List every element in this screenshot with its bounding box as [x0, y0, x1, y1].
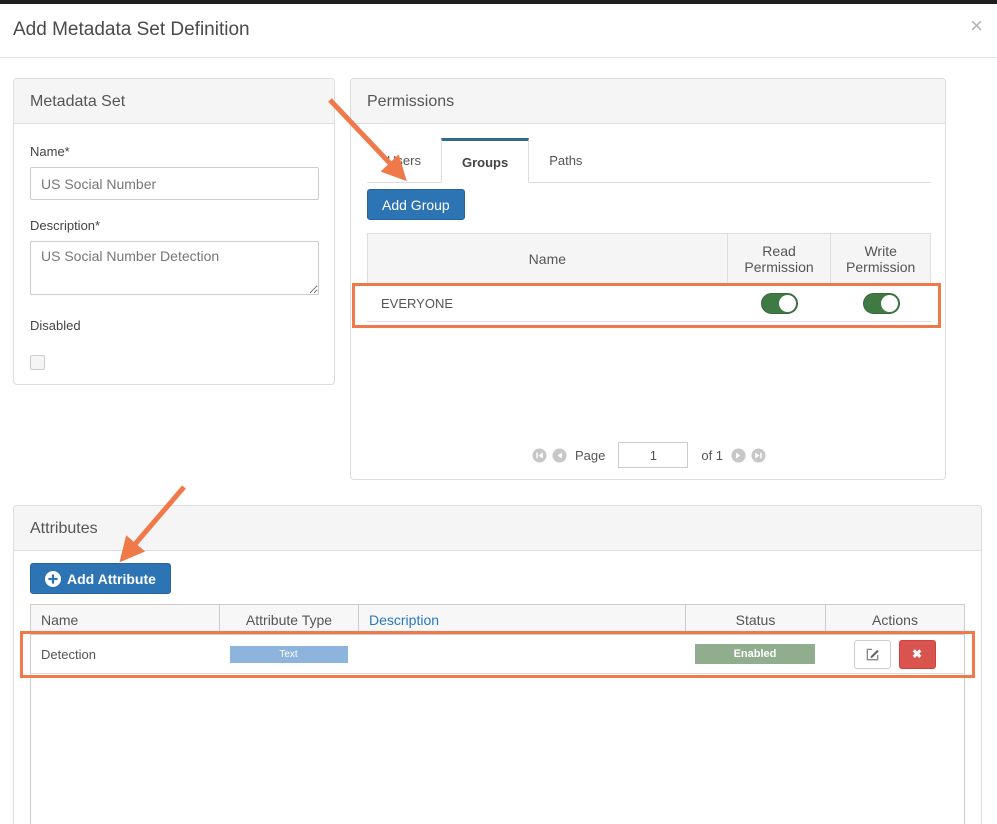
row-actions: ✖ — [854, 640, 936, 669]
column-header-description[interactable]: Description — [358, 605, 685, 634]
metadata-set-panel: Metadata Set Name* Description* US Socia… — [13, 78, 335, 385]
attribute-name: Detection — [31, 647, 219, 662]
column-header-attribute-type: Attribute Type — [219, 605, 358, 634]
attributes-table-header: Name Attribute Type Description Status A… — [30, 604, 965, 635]
add-attribute-button-label: Add Attribute — [67, 571, 156, 587]
page-label: Page — [575, 448, 605, 463]
disabled-label: Disabled — [30, 318, 318, 333]
metadata-set-panel-title: Metadata Set — [14, 79, 334, 124]
toggle-knob — [881, 295, 898, 312]
edit-button[interactable] — [854, 640, 891, 669]
permissions-panel-title: Permissions — [351, 79, 945, 124]
table-row-everyone: EVERYONE — [367, 285, 931, 322]
attributes-table: Name Attribute Type Description Status A… — [30, 604, 965, 824]
description-label: Description* — [30, 218, 318, 233]
tab-groups[interactable]: Groups — [441, 138, 529, 183]
table-row-detection: Detection Text Enabled — [30, 635, 965, 674]
column-header-actions: Actions — [825, 605, 964, 634]
close-icon[interactable]: × — [970, 15, 983, 37]
tab-paths[interactable]: Paths — [529, 139, 602, 182]
column-header-name: Name — [31, 605, 219, 634]
modal-header: Add Metadata Set Definition × — [0, 4, 997, 58]
name-label: Name* — [30, 144, 318, 159]
column-header-status: Status — [685, 605, 825, 634]
add-metadata-set-dialog: Add Metadata Set Definition × Metadata S… — [0, 0, 997, 824]
group-name: EVERYONE — [367, 296, 727, 311]
name-input[interactable] — [30, 167, 319, 200]
pagination-bar: Page of 1 — [351, 442, 947, 468]
write-permission-toggle[interactable] — [863, 293, 900, 314]
read-permission-toggle[interactable] — [761, 293, 798, 314]
delete-button[interactable]: ✖ — [899, 640, 936, 669]
page-of-label: of 1 — [701, 448, 723, 463]
column-header-write-permission: Write Permission — [830, 234, 930, 284]
tab-users[interactable]: Users — [367, 139, 441, 182]
plus-circle-icon — [45, 571, 61, 587]
description-textarea[interactable]: US Social Number Detection — [30, 241, 319, 295]
column-header-name: Name — [368, 234, 727, 284]
toggle-knob — [779, 295, 796, 312]
metadata-set-panel-body: Name* Description* US Social Number Dete… — [14, 124, 334, 391]
next-page-icon[interactable] — [731, 448, 746, 463]
first-page-icon[interactable] — [532, 448, 547, 463]
disabled-checkbox[interactable] — [30, 355, 45, 370]
delete-x-icon: ✖ — [912, 647, 922, 661]
permissions-table: Name Read Permission Write Permission EV… — [367, 233, 931, 322]
status-badge: Enabled — [695, 644, 815, 664]
page-number-input[interactable] — [618, 442, 688, 468]
modal-title: Add Metadata Set Definition — [13, 19, 250, 41]
attributes-table-empty-area — [30, 674, 965, 824]
column-header-read-permission: Read Permission — [727, 234, 831, 284]
edit-pencil-icon — [865, 647, 880, 662]
prev-page-icon[interactable] — [552, 448, 567, 463]
add-attribute-button[interactable]: Add Attribute — [30, 563, 171, 594]
permissions-tabs: Users Groups Paths — [367, 139, 931, 183]
permissions-panel: Permissions Users Groups Paths Add Group… — [350, 78, 946, 480]
add-group-button[interactable]: Add Group — [367, 189, 465, 220]
add-group-button-label: Add Group — [382, 197, 450, 213]
permissions-table-header: Name Read Permission Write Permission — [367, 233, 931, 285]
last-page-icon[interactable] — [751, 448, 766, 463]
attribute-type-badge: Text — [230, 646, 348, 663]
attributes-panel: Attributes Add Attribute Name Attribute … — [13, 505, 982, 824]
attributes-panel-title: Attributes — [14, 506, 981, 551]
